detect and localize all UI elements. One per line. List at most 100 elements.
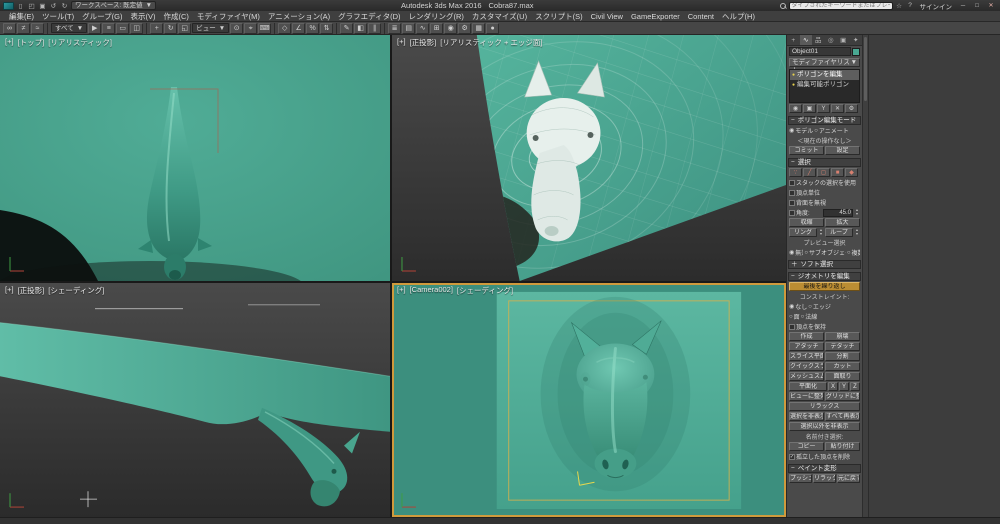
close-button[interactable]: ✕ <box>985 2 997 9</box>
tab-create[interactable]: + <box>787 35 800 45</box>
bind-to-space-warp-icon[interactable]: ≈ <box>31 22 44 34</box>
viewport-top-canvas[interactable] <box>0 35 390 281</box>
paste-button[interactable]: 貼り付け <box>825 442 860 451</box>
menu-civil-view[interactable]: Civil View <box>587 12 627 21</box>
constraint-face-radio[interactable]: ○ 面 <box>789 312 800 322</box>
planar-z-button[interactable]: Z <box>850 382 860 391</box>
viewport-top[interactable]: [+] [トップ] [リアリスティック] <box>0 35 390 281</box>
attach-button[interactable]: アタッチ <box>789 342 824 351</box>
angle-value-field[interactable]: 45.0 <box>823 208 853 217</box>
angle-checkbox[interactable] <box>789 209 795 216</box>
pin-stack-icon[interactable]: ◉ <box>789 104 802 113</box>
save-file-icon[interactable]: ▣ <box>38 2 47 10</box>
redo-icon[interactable]: ↻ <box>60 2 69 10</box>
preview-off-radio[interactable]: ◉ 無効 <box>789 248 803 257</box>
rectangular-selection-region-icon[interactable]: ▭ <box>116 22 130 34</box>
slice-plane-button[interactable]: スライス平面 <box>789 352 824 361</box>
workspace-selector[interactable]: ワークスペース: 既定値 ▼ <box>71 1 157 10</box>
viewport-menu-button[interactable]: [+] <box>397 285 406 296</box>
select-object-icon[interactable]: ▶ <box>88 22 102 34</box>
select-and-manipulate-icon[interactable]: ⌖ <box>244 22 258 34</box>
delete-isolated-vertices-checkbox[interactable]: ✓ <box>789 453 795 460</box>
object-color-swatch[interactable] <box>852 47 860 56</box>
msmooth-button[interactable]: メッシュスムーズ <box>789 372 824 381</box>
chamfer-button[interactable]: 面取り <box>825 372 860 381</box>
planar-x-button[interactable]: X <box>828 382 838 391</box>
constraint-edge-radio[interactable]: ○ エッジ <box>808 302 831 312</box>
model-mode-radio[interactable]: ◉ モデル <box>789 126 813 135</box>
unlink-selection-icon[interactable]: ≠ <box>17 22 30 34</box>
rollout-header[interactable]: − ジオメトリを編集 <box>788 272 861 281</box>
tab-utilities[interactable]: ✦ <box>850 35 863 45</box>
unhide-all-button[interactable]: すべて再表示 <box>825 412 860 421</box>
favorites-star-icon[interactable]: ☆ <box>895 2 904 10</box>
collapse-button[interactable]: 崩壊 <box>825 332 860 341</box>
viewport-camera[interactable]: [+] [Camera002] [シェーディング] <box>392 283 786 517</box>
rollout-header[interactable]: − ペイント変形 <box>788 464 861 473</box>
timeline-strip[interactable] <box>0 517 1000 524</box>
menu-scripting[interactable]: スクリプト(S) <box>531 11 587 22</box>
3dsmax-logo[interactable] <box>3 1 14 10</box>
edge-mode-icon[interactable]: ╱ <box>803 168 816 177</box>
preserve-uvs-checkbox[interactable] <box>789 323 795 330</box>
schematic-view-icon[interactable]: ⊞ <box>430 22 444 34</box>
sign-in-button[interactable]: サインイン <box>917 1 956 11</box>
viewport-view-label[interactable]: [トップ] <box>18 37 45 48</box>
angle-spinner[interactable]: ▲ ▼ <box>854 208 860 216</box>
panel-scrollbar[interactable] <box>862 35 868 517</box>
object-name-field[interactable]: Object01 <box>789 47 851 56</box>
constraint-none-radio[interactable]: ◉ なし <box>789 302 807 311</box>
material-editor-icon[interactable]: ◉ <box>444 22 458 34</box>
edit-named-selection-sets-icon[interactable]: ✎ <box>340 22 354 34</box>
select-and-link-icon[interactable]: ∞ <box>3 22 16 34</box>
select-by-name-icon[interactable]: ≡ <box>102 22 116 34</box>
cut-button[interactable]: カット <box>825 362 860 371</box>
menu-views[interactable]: 表示(V) <box>126 11 159 22</box>
menu-customize[interactable]: カスタマイズ(U) <box>468 11 531 22</box>
planar-y-button[interactable]: Y <box>839 382 849 391</box>
toggle-ribbon-icon[interactable]: ▤ <box>402 22 416 34</box>
modifier-list-dropdown[interactable]: モディファイヤリスト ▼ <box>789 58 860 74</box>
push-pull-button[interactable]: プッシュ/プル <box>789 474 812 483</box>
percent-snap-toggle-icon[interactable]: % <box>306 22 320 34</box>
animate-mode-radio[interactable]: ○ アニメート <box>814 126 849 136</box>
keyboard-shortcut-override-icon[interactable]: ⌨ <box>258 22 272 34</box>
maximize-button[interactable]: □ <box>971 3 983 9</box>
menu-tools[interactable]: ツール(T) <box>38 11 78 22</box>
viewport-menu-button[interactable]: [+] <box>5 37 14 48</box>
constraint-normal-radio[interactable]: ○ 法線 <box>801 312 818 322</box>
rendered-frame-window-icon[interactable]: ▦ <box>472 22 486 34</box>
grow-button[interactable]: 拡大 <box>825 218 860 227</box>
menu-help[interactable]: ヘルプ(H) <box>718 11 759 22</box>
copy-button[interactable]: コピー <box>789 442 824 451</box>
menu-game-exporter[interactable]: GameExporter <box>627 12 684 21</box>
vertex-mode-icon[interactable]: ∵ <box>789 168 802 177</box>
loop-button[interactable]: ループ <box>825 228 853 237</box>
viewport-shading-label[interactable]: [シェーディング] <box>457 285 513 296</box>
quick-slice-button[interactable]: クイックスライス <box>789 362 824 371</box>
make-unique-icon[interactable]: Y <box>817 104 830 113</box>
viewport-view-label[interactable]: [Camera002] <box>410 285 453 296</box>
repeat-last-button[interactable]: 最後を繰り返し <box>789 282 860 291</box>
detach-button[interactable]: デタッチ <box>825 342 860 351</box>
menu-rendering[interactable]: レンダリング(R) <box>404 11 467 22</box>
use-stack-selection-checkbox[interactable] <box>789 179 795 186</box>
menu-modifiers[interactable]: モディファイヤ(M) <box>193 11 264 22</box>
viewport-ortho2-canvas[interactable] <box>0 283 390 517</box>
split-button[interactable]: 分割 <box>825 352 860 361</box>
make-planar-button[interactable]: 平面化 <box>789 382 827 391</box>
tab-modify[interactable]: ∿ <box>799 35 812 45</box>
view-align-button[interactable]: ビューに整列 <box>789 392 824 401</box>
menu-graph-editors[interactable]: グラフエディタ(D) <box>334 11 404 22</box>
commit-button[interactable]: コミット <box>789 146 824 155</box>
paint-relax-button[interactable]: リラックス <box>813 474 836 483</box>
tab-motion[interactable]: ◎ <box>825 35 838 45</box>
viewport-shading-label[interactable]: [シェーディング] <box>48 285 104 296</box>
select-and-rotate-icon[interactable]: ↻ <box>164 22 178 34</box>
new-file-icon[interactable]: ▯ <box>16 2 25 10</box>
open-file-icon[interactable]: ◰ <box>27 2 36 10</box>
preview-multi-radio[interactable]: ○ 複数 <box>847 248 860 258</box>
relax-button[interactable]: リラックス <box>789 402 860 411</box>
angle-snap-toggle-icon[interactable]: ∠ <box>292 22 306 34</box>
menu-edit[interactable]: 編集(E) <box>5 11 38 22</box>
